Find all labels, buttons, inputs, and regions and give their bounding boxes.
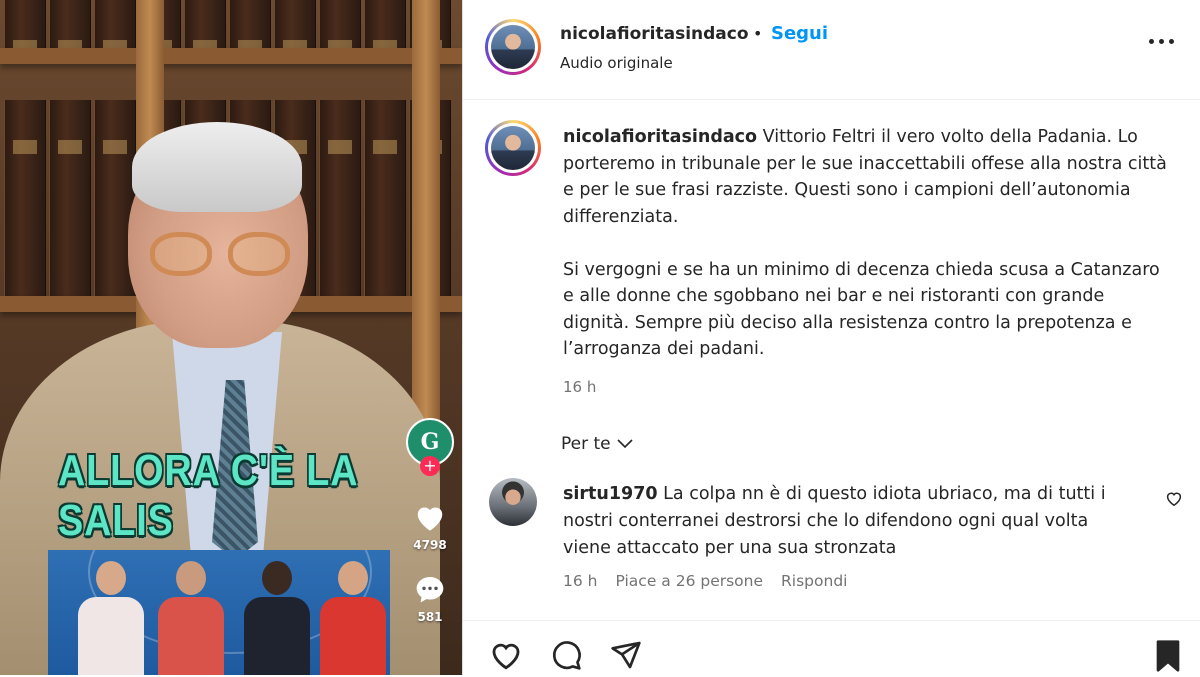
post-actions-bar xyxy=(463,620,1200,675)
caption-timestamp[interactable]: 16 h xyxy=(563,378,596,396)
comment-likes[interactable]: Piace a 26 persone xyxy=(615,572,763,590)
comment-username[interactable]: sirtu1970 xyxy=(563,484,658,504)
chevron-down-icon xyxy=(617,439,633,449)
person-hair xyxy=(132,122,302,212)
author-username[interactable]: nicolafioritasindaco xyxy=(560,24,749,44)
video-side-actions: G + 4798 581 xyxy=(404,418,456,624)
post-panel: nicolafioritasindaco • Segui Audio origi… xyxy=(462,0,1200,675)
comment-sort-label: Per te xyxy=(561,434,611,454)
follow-plus-icon[interactable]: + xyxy=(420,456,440,476)
reply-button[interactable]: Rispondi xyxy=(781,572,847,590)
follow-button[interactable]: Segui xyxy=(771,23,828,44)
more-icon[interactable] xyxy=(1149,36,1175,46)
bookshelf-top xyxy=(0,0,462,48)
caption-author-avatar[interactable] xyxy=(485,120,541,176)
caption-paragraph-2: Si vergogni e se ha un minimo di decenza… xyxy=(563,259,1160,360)
caption-username[interactable]: nicolafioritasindaco xyxy=(563,127,757,147)
post-caption: nicolafioritasindaco Vittorio Feltri il … xyxy=(563,124,1173,363)
send-icon[interactable] xyxy=(609,639,643,675)
comment-body: sirtu1970 La colpa nn è di questo idiota… xyxy=(563,481,1123,562)
commenter-avatar[interactable] xyxy=(489,478,537,526)
inset-photo xyxy=(48,550,390,675)
like-heart-icon[interactable] xyxy=(489,639,523,675)
reel-video[interactable]: ALLORA C'È LA SALIS G + 4798 581 xyxy=(0,0,462,675)
comment-sort-dropdown[interactable]: Per te xyxy=(561,434,633,454)
author-avatar[interactable] xyxy=(485,19,541,75)
video-overlay-text: ALLORA C'È LA SALIS xyxy=(58,446,358,545)
shelf xyxy=(0,48,462,64)
post-header: nicolafioritasindaco • Segui Audio origi… xyxy=(463,0,1200,100)
video-comment-icon[interactable] xyxy=(404,574,456,608)
comment-like-heart-icon[interactable] xyxy=(1165,490,1183,511)
comment-meta: 16 h Piace a 26 persone Rispondi xyxy=(563,572,847,590)
audio-link[interactable]: Audio originale xyxy=(560,54,673,72)
separator-dot: • xyxy=(753,24,763,43)
video-heart-icon[interactable] xyxy=(404,502,456,536)
person-glasses xyxy=(150,232,298,278)
video-likes-count: 4798 xyxy=(413,538,447,552)
video-comments-count: 581 xyxy=(417,610,443,624)
comment-timestamp[interactable]: 16 h xyxy=(563,572,597,590)
comment-icon[interactable] xyxy=(549,639,583,675)
bookmark-icon[interactable] xyxy=(1153,639,1183,677)
